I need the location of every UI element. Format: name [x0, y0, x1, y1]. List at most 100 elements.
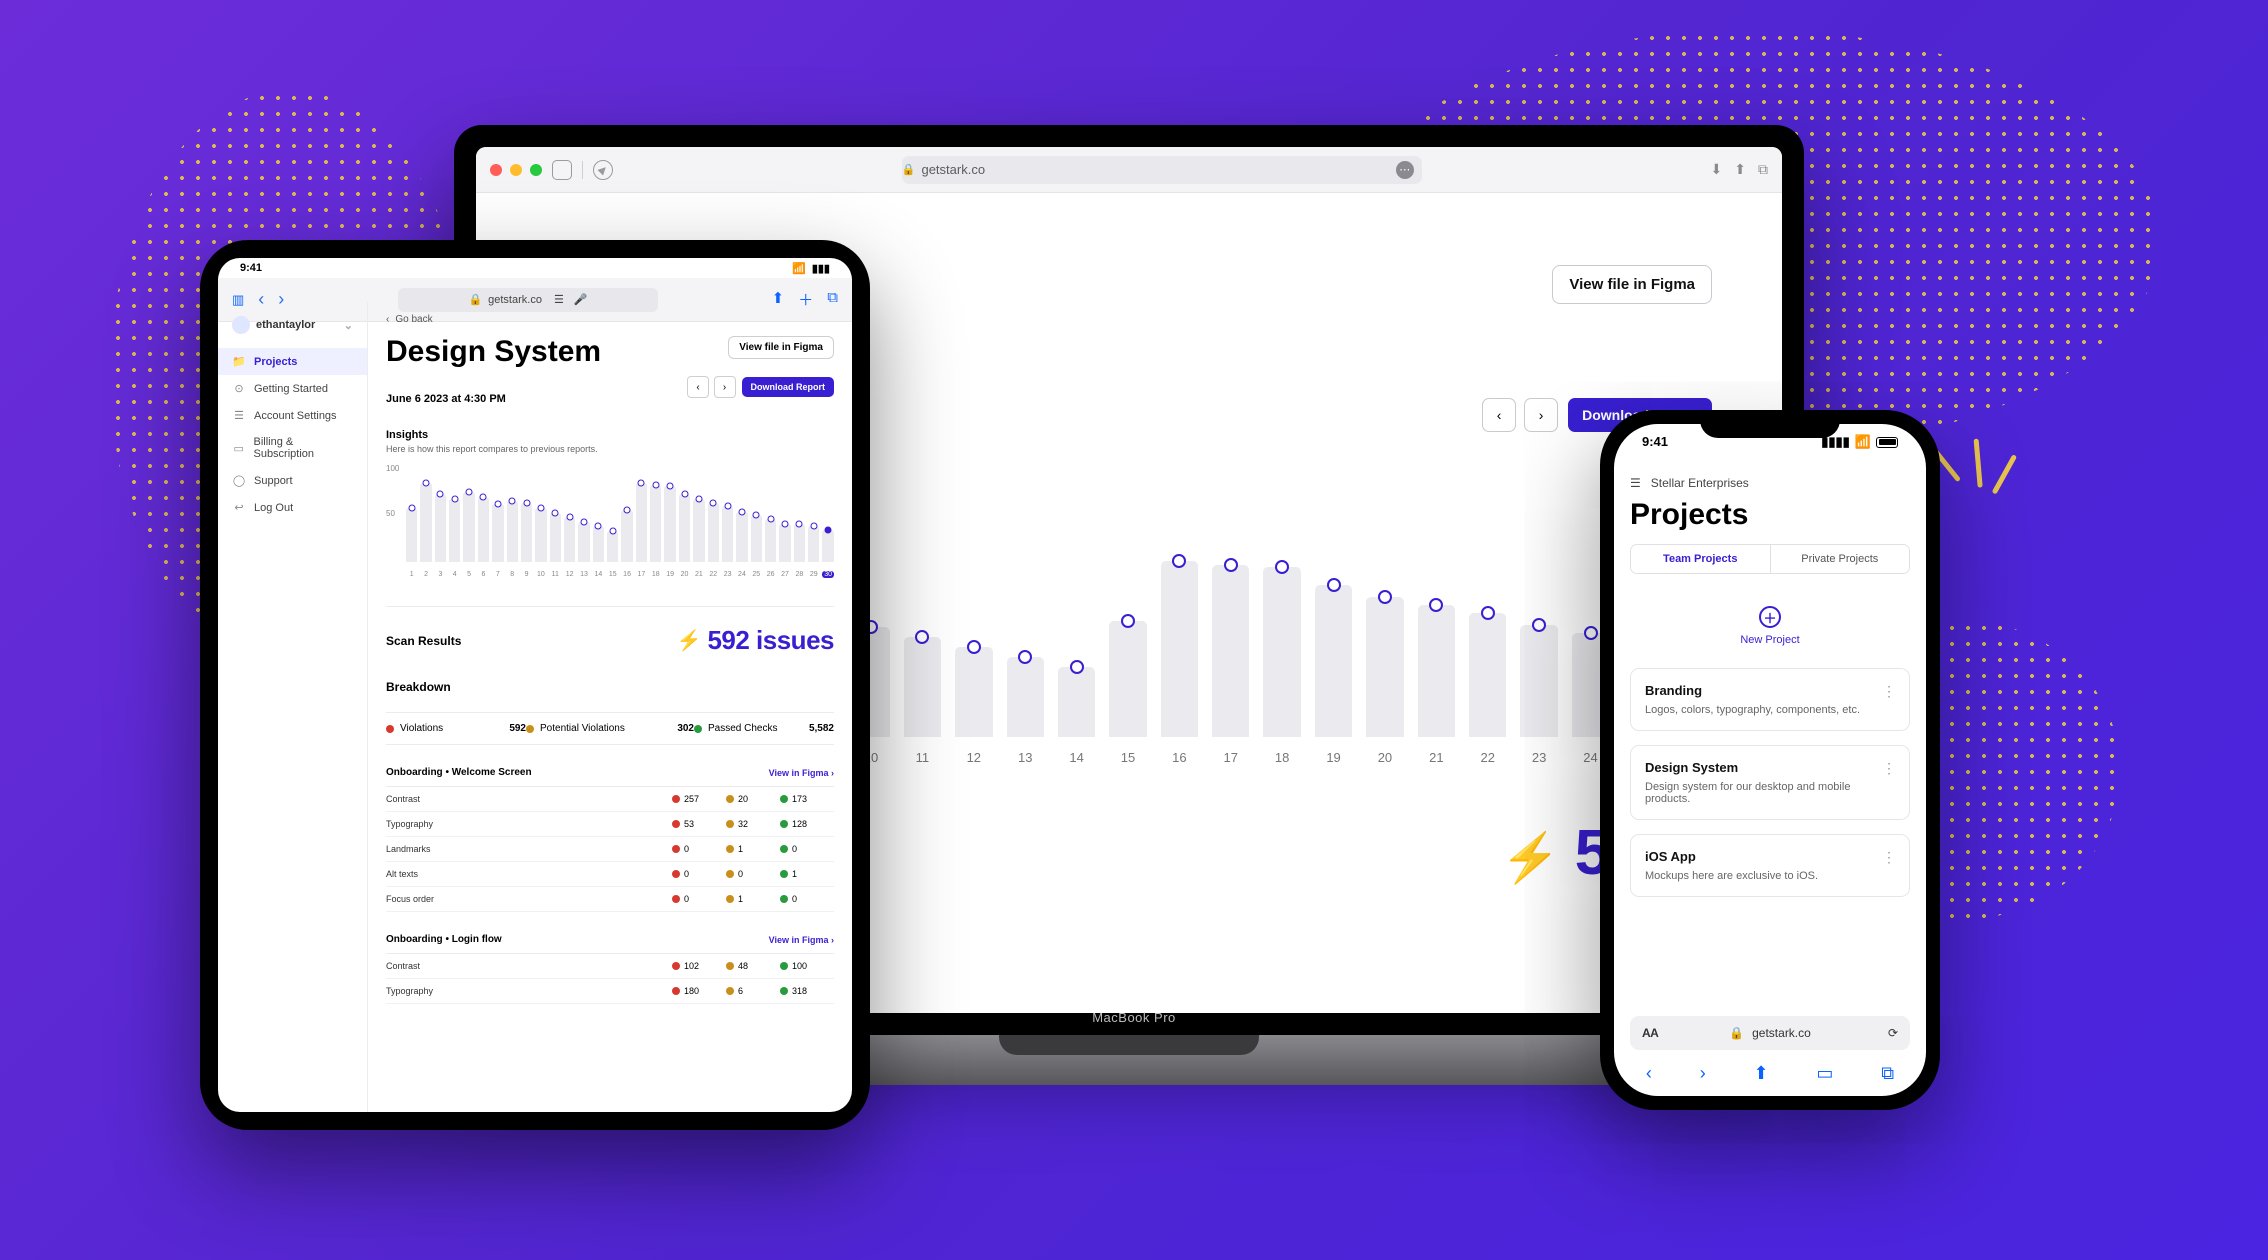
lock-icon: 🔒: [1729, 1026, 1744, 1040]
iphone-device: 9:41 ▮▮▮▮ 📶 ☰ Stellar Enterprises Projec…: [1600, 410, 1940, 1110]
next-report-button[interactable]: ›: [1524, 398, 1558, 432]
battery-icon: [1876, 437, 1898, 448]
chart-point: [1327, 578, 1341, 592]
chart-point: [915, 630, 929, 644]
prev-report-button[interactable]: ‹: [1482, 398, 1516, 432]
chart-point: [681, 490, 688, 497]
sidebar-item-log-out[interactable]: ↩Log Out: [218, 494, 367, 521]
breakdown-row: Contrast 102 48 100: [386, 954, 834, 979]
chart-bar: [904, 637, 941, 737]
tab-private-projects[interactable]: Private Projects: [1770, 545, 1910, 573]
breakdown-row: Contrast 257 20 173: [386, 787, 834, 812]
chart-point: [1070, 660, 1084, 674]
team-switcher[interactable]: ☰ Stellar Enterprises: [1630, 476, 1910, 490]
prev-report-button[interactable]: ‹: [687, 376, 709, 398]
view-in-figma-link[interactable]: View in Figma ›: [769, 768, 834, 778]
user-menu[interactable]: ethantaylor ⌄: [218, 316, 367, 348]
chart-point: [480, 494, 487, 501]
new-project-button[interactable]: ＋ New Project: [1630, 606, 1910, 646]
chart-point: [537, 505, 544, 512]
nav-icon: 📁: [232, 355, 246, 368]
chart-bar: [492, 504, 503, 563]
breakdown-row: Alt texts 0 0 1: [386, 862, 834, 887]
chart-bar: [1007, 657, 1044, 737]
project-card[interactable]: Design System Design system for our desk…: [1630, 745, 1910, 820]
nav-icon: ↩: [232, 501, 246, 514]
sidebar-item-getting-started[interactable]: ⊙Getting Started: [218, 375, 367, 402]
chart-point: [552, 509, 559, 516]
chart-point: [1532, 618, 1546, 632]
chart-bar: [751, 515, 762, 562]
chart-point: [710, 499, 717, 506]
chart-point: [1429, 598, 1443, 612]
chart-bar: [794, 524, 805, 562]
next-report-button[interactable]: ›: [714, 376, 736, 398]
tabs-icon[interactable]: ⧉: [1758, 161, 1768, 178]
chart-point: [523, 499, 530, 506]
chart-point: [638, 479, 645, 486]
chart-bar: [564, 517, 575, 562]
view-in-figma-button[interactable]: View file in Figma: [728, 336, 834, 359]
bolt-icon: ⚡: [677, 628, 702, 653]
chart-point: [509, 497, 516, 504]
chart-bar: [722, 506, 733, 562]
chart-point: [437, 490, 444, 497]
address-bar[interactable]: AA 🔒 getstark.co ⟳: [1630, 1016, 1910, 1050]
nav-icon: ☰: [232, 409, 246, 422]
chart-bar: [636, 483, 647, 562]
reload-icon[interactable]: ⟳: [1888, 1026, 1898, 1040]
reader-icon[interactable]: ⋯: [1396, 161, 1414, 179]
chart-bar: [1212, 565, 1249, 737]
chart-bar: [607, 531, 618, 563]
sidebar-item-account-settings[interactable]: ☰Account Settings: [218, 402, 367, 429]
more-icon[interactable]: ⋮: [1882, 683, 1897, 700]
shield-icon[interactable]: [593, 160, 613, 180]
share-icon[interactable]: ⬆︎: [1734, 161, 1746, 178]
breakdown-row: Focus order 0 1 0: [386, 887, 834, 912]
chart-point: [595, 523, 602, 530]
potential-dot-icon: [526, 725, 534, 733]
violation-dot-icon: [386, 725, 394, 733]
window-traffic-lights[interactable]: [490, 164, 542, 176]
back-button[interactable]: ‹: [1646, 1063, 1652, 1084]
chart-point: [566, 514, 573, 521]
wifi-icon: 📶: [792, 262, 806, 275]
chart-bar: [1520, 625, 1557, 737]
share-icon[interactable]: ⬆︎: [1753, 1063, 1768, 1084]
tabs-icon[interactable]: ⧉: [1881, 1063, 1894, 1084]
view-in-figma-link[interactable]: View in Figma ›: [769, 935, 834, 945]
chart-point: [695, 496, 702, 503]
download-report-button[interactable]: Download Report: [742, 377, 835, 397]
more-icon[interactable]: ⋮: [1882, 849, 1897, 866]
url-text: getstark.co: [921, 162, 985, 177]
download-icon[interactable]: ⬇︎: [1711, 161, 1723, 178]
chart-point: [1584, 626, 1598, 640]
chart-point: [408, 505, 415, 512]
plus-icon: ＋: [1759, 606, 1781, 628]
chart-point: [1172, 554, 1186, 568]
sidebar-item-projects[interactable]: 📁Projects: [218, 348, 367, 375]
tab-team-projects[interactable]: Team Projects: [1631, 545, 1770, 573]
more-icon[interactable]: ⋮: [1882, 760, 1897, 777]
project-card[interactable]: iOS App Mockups here are exclusive to iO…: [1630, 834, 1910, 897]
sidebar-item-billing-subscription[interactable]: ▭Billing & Subscription: [218, 429, 367, 467]
safari-chrome: 🔒 getstark.co ⋯ ⬇︎ ⬆︎ ⧉: [476, 147, 1782, 193]
chart-point: [609, 527, 616, 534]
text-size-button[interactable]: AA: [1642, 1026, 1658, 1040]
bookmarks-icon[interactable]: ▭: [1816, 1063, 1833, 1084]
view-in-figma-button[interactable]: View file in Figma: [1552, 265, 1712, 304]
sidebar-toggle-icon[interactable]: [552, 160, 572, 180]
chart-bar: [478, 497, 489, 562]
forward-button[interactable]: ›: [1700, 1063, 1706, 1084]
go-back-link[interactable]: ‹ Go back: [386, 314, 834, 325]
hamburger-icon: ☰: [1630, 476, 1641, 490]
chart-point: [1224, 558, 1238, 572]
address-bar[interactable]: 🔒 getstark.co ⋯: [902, 156, 1422, 184]
chart-bar: [1366, 597, 1403, 737]
ipad-device: 9:41 📶 ▮▮▮ ▥ ‹ › 🔒 getstark.co ☰ 🎤 ⬆︎ ＋ …: [200, 240, 870, 1130]
chevron-down-icon: ⌄: [344, 319, 353, 332]
project-card[interactable]: Branding Logos, colors, typography, comp…: [1630, 668, 1910, 731]
nav-icon: ▭: [232, 442, 245, 455]
sidebar-item-support[interactable]: ◯Support: [218, 467, 367, 494]
chart-bar: [435, 494, 446, 562]
